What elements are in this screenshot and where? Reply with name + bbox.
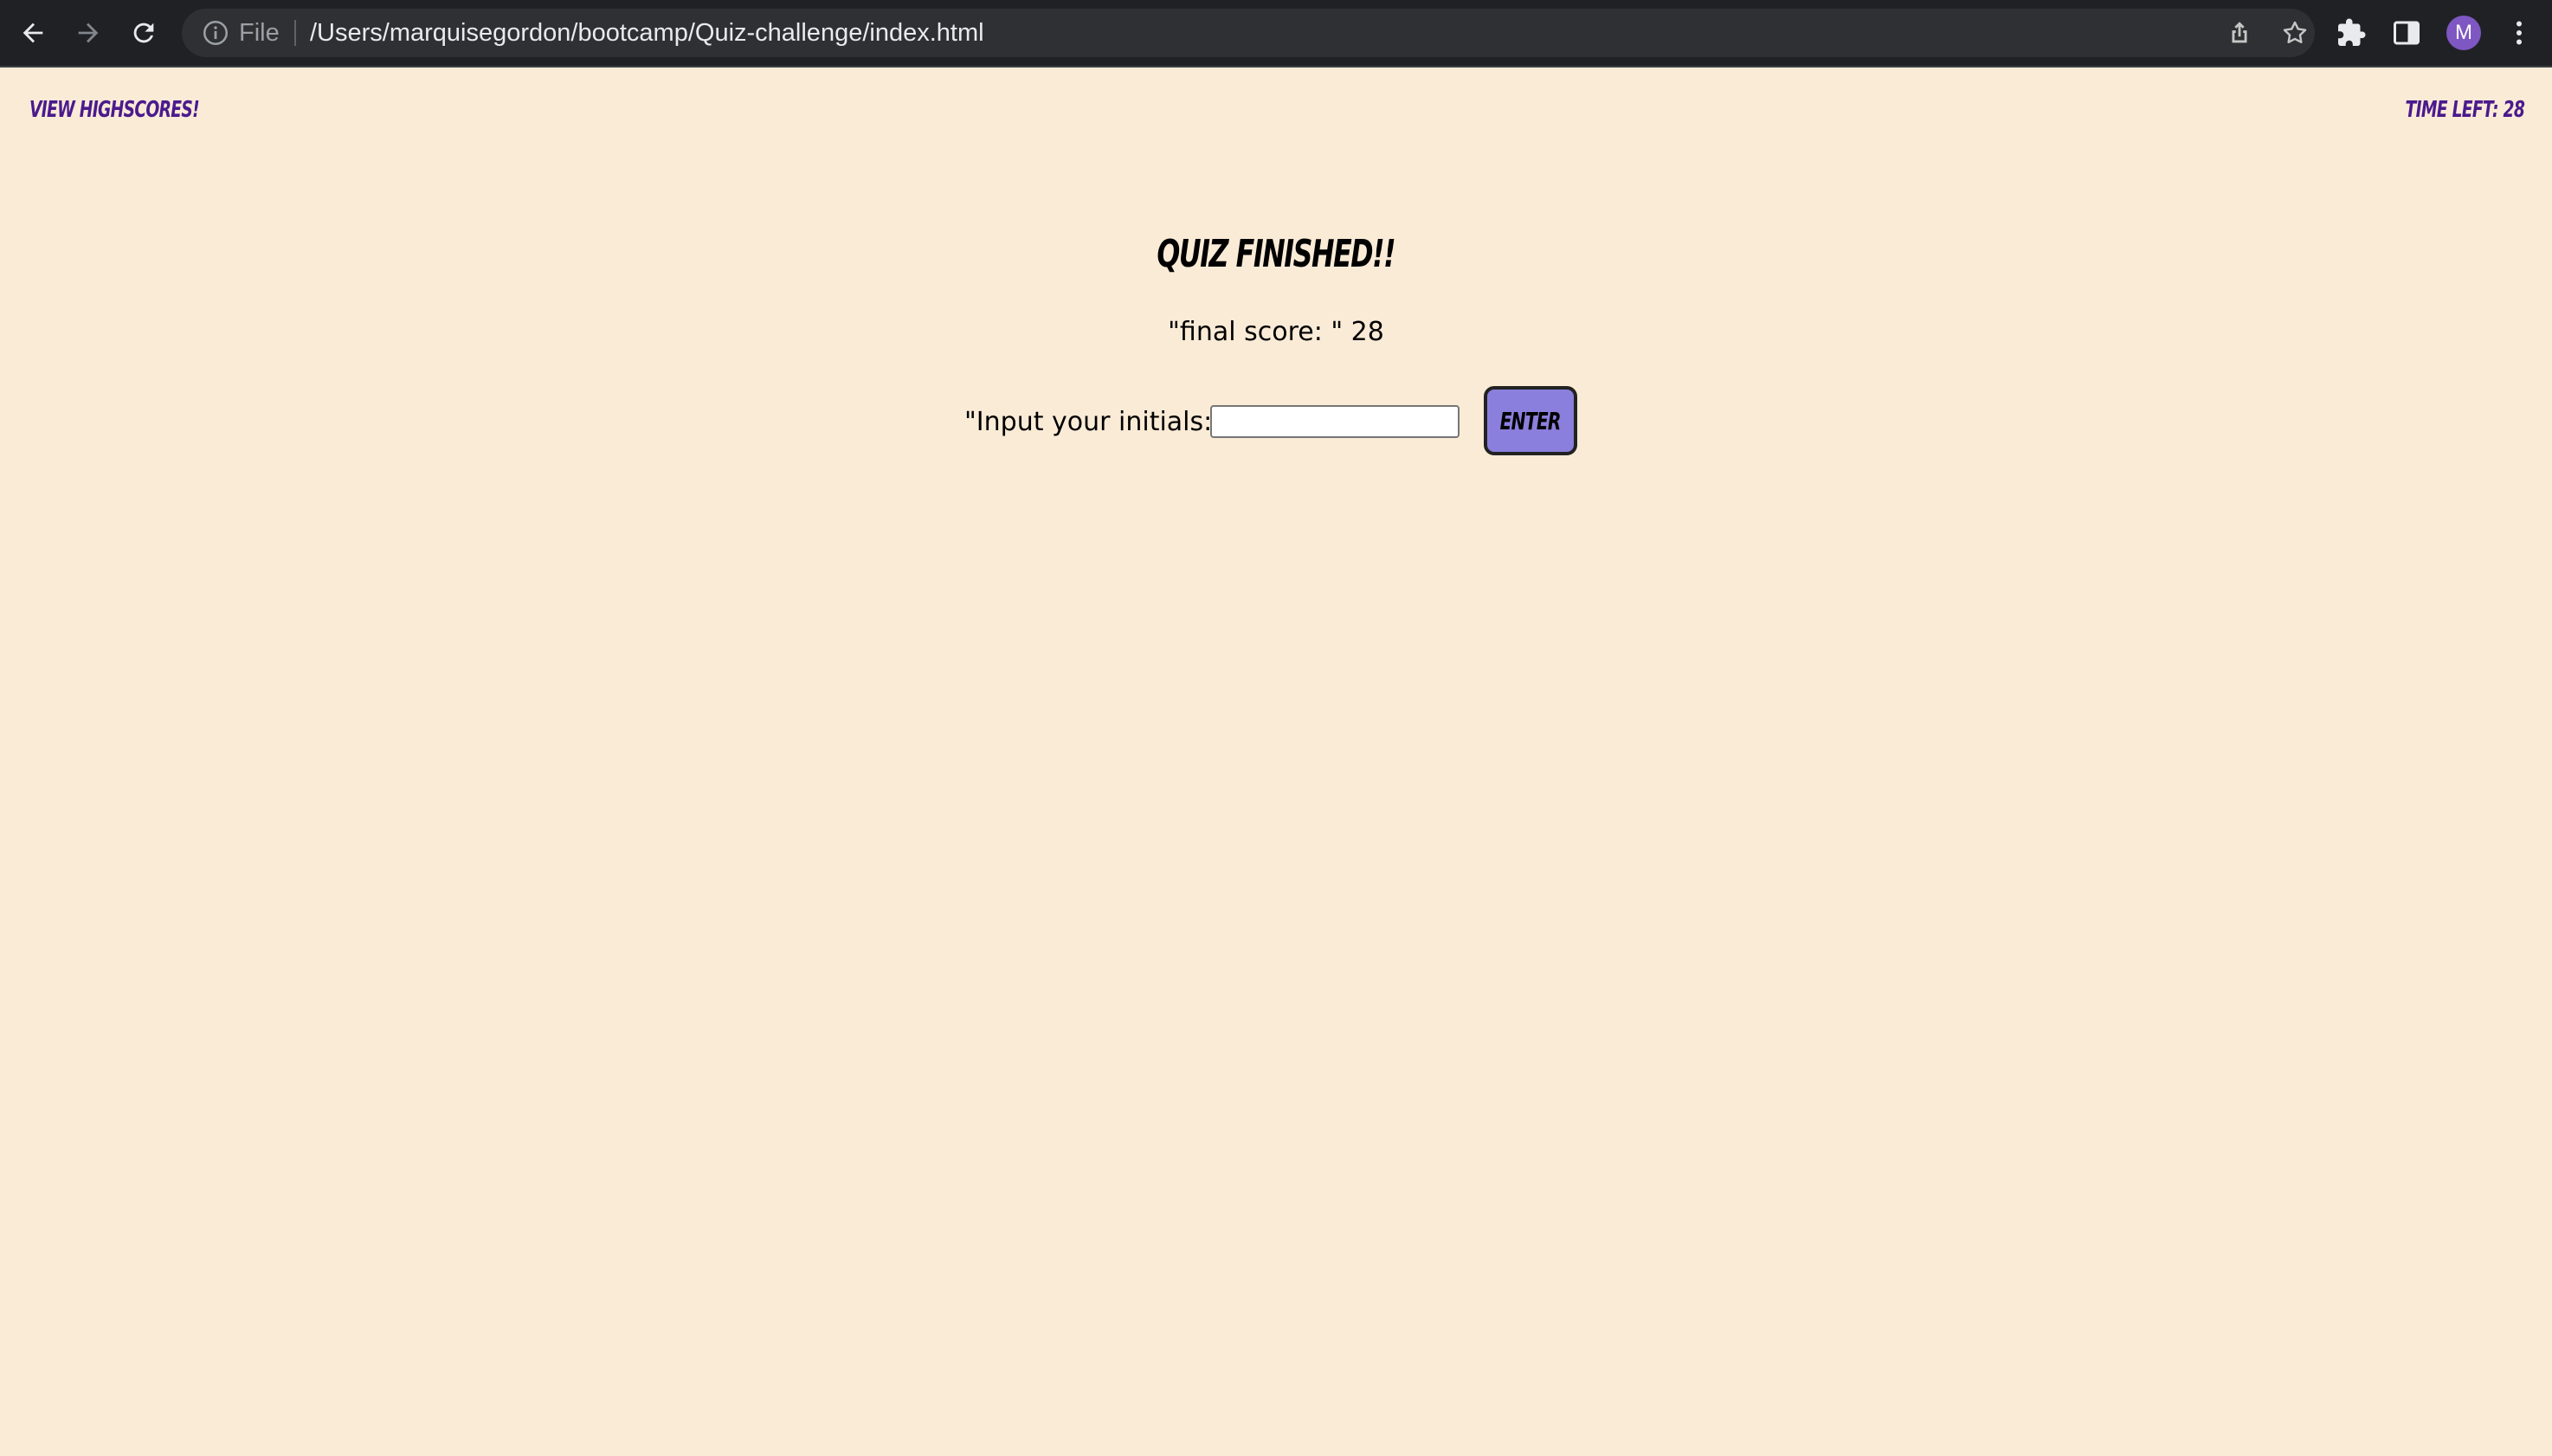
url-scheme-label: File (239, 19, 280, 47)
page-title-container: Quiz Finished!! (0, 232, 2552, 276)
forward-button[interactable] (68, 12, 109, 54)
url-text[interactable]: /Users/marquisegordon/bootcamp/Quiz-chal… (310, 9, 984, 57)
extensions-puzzle-icon[interactable] (2336, 17, 2367, 48)
reload-button[interactable] (123, 12, 164, 54)
enter-button-label: Enter (1499, 406, 1562, 435)
initials-label: "Input your initials: " (964, 407, 1233, 437)
back-button[interactable] (12, 12, 54, 54)
back-arrow-icon (23, 23, 43, 43)
side-panel-icon[interactable] (2391, 17, 2422, 48)
url-divider (294, 20, 296, 46)
final-score-text: "final score: " 28 (1168, 317, 1384, 347)
address-bar[interactable]: File /Users/marquisegordon/bootcamp/Quiz… (182, 9, 2315, 57)
page-title: Quiz Finished!! (1157, 232, 1396, 276)
star-icon[interactable] (2280, 18, 2310, 48)
time-left-display: Time left: 28 (2405, 97, 2524, 123)
reload-icon (133, 23, 154, 43)
view-highscores-link[interactable]: View Highscores! (29, 97, 200, 123)
browser-toolbar: File /Users/marquisegordon/bootcamp/Quiz… (0, 0, 2552, 68)
kebab-menu-icon[interactable] (2504, 17, 2535, 48)
forward-arrow-icon (78, 23, 99, 43)
initials-input[interactable] (1210, 405, 1460, 438)
enter-button[interactable]: Enter (1484, 386, 1577, 455)
info-icon[interactable] (201, 18, 230, 48)
share-icon[interactable] (2225, 18, 2254, 48)
profile-avatar[interactable]: M (2446, 16, 2481, 50)
